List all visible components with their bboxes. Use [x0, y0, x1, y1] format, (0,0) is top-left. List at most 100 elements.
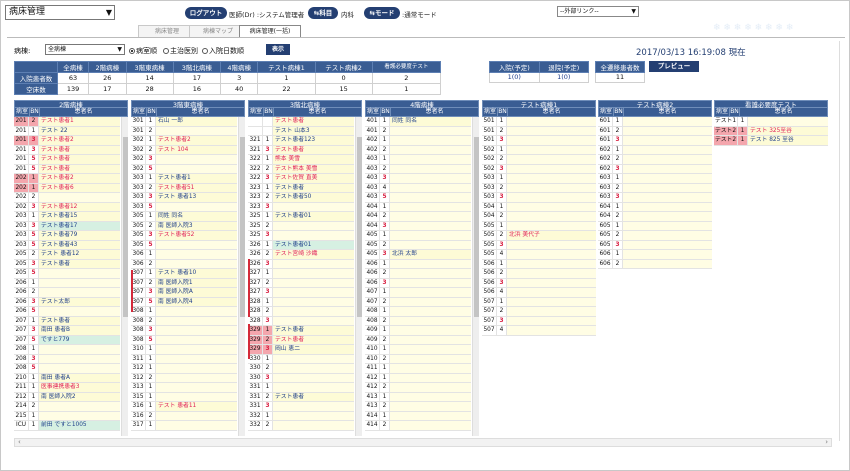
patient-name[interactable] — [390, 345, 471, 354]
patient-name[interactable]: 同姓 同名 — [390, 117, 471, 126]
bed-row[interactable]: 327 3 — [248, 288, 354, 298]
bed-row[interactable]: 201 2 テスト患者1 — [14, 117, 120, 127]
bed-row[interactable]: 603 3 — [598, 193, 712, 203]
bed-row[interactable]: 208 1 — [14, 345, 120, 355]
bed-row[interactable]: 205 2 テスト 患者12 — [14, 250, 120, 260]
bed-row[interactable]: 202 2 — [14, 193, 120, 203]
bed-row[interactable]: 207 5 ですと779 — [14, 335, 120, 345]
dept-button[interactable]: ⇆科目 — [308, 7, 338, 19]
bed-row[interactable]: 406 2 — [365, 269, 471, 279]
bed-row[interactable]: テスト2 1 テスト 325至谷 — [714, 126, 828, 136]
patient-name[interactable]: テスト患者52 — [156, 231, 237, 240]
bed-row[interactable]: 303 2 テスト患者51 — [131, 183, 237, 193]
logout-button[interactable]: ログアウト — [185, 7, 227, 19]
patient-name[interactable] — [273, 421, 354, 430]
bed-row[interactable]: 332 1 — [248, 411, 354, 421]
patient-name[interactable] — [156, 164, 237, 173]
bed-row[interactable]: 307 3 南 医師入院A — [131, 288, 237, 298]
patient-name[interactable] — [507, 212, 596, 221]
patient-name[interactable]: テスト 825 至谷 — [748, 136, 828, 145]
bed-row[interactable]: 313 1 — [131, 383, 237, 393]
scrollbar-thumb[interactable] — [357, 137, 362, 317]
bed-row[interactable]: 505 4 — [482, 250, 596, 260]
bed-row[interactable]: 507 1 — [482, 297, 596, 307]
patient-name[interactable] — [390, 126, 471, 135]
bed-row[interactable]: 604 2 — [598, 212, 712, 222]
patient-name[interactable]: テスト患者 — [273, 335, 354, 344]
bed-row[interactable]: 403 3 — [365, 174, 471, 184]
bed-row[interactable]: 503 1 — [482, 174, 596, 184]
patient-name[interactable] — [156, 126, 237, 135]
patient-name[interactable]: 南 医師入院2 — [39, 392, 120, 401]
bed-row[interactable]: 212 1 南 医師入院2 — [14, 392, 120, 402]
patient-name[interactable]: 前田 ですと1005 — [39, 421, 120, 430]
patient-name[interactable] — [39, 307, 120, 316]
bed-row[interactable]: 303 1 テスト患者1 — [131, 174, 237, 184]
bed-row[interactable]: 308 5 — [131, 335, 237, 345]
bed-row[interactable]: 321 3 テスト患者 — [248, 145, 354, 155]
patient-name[interactable] — [390, 269, 471, 278]
patient-name[interactable]: 北浜 太郎 — [390, 250, 471, 259]
patient-name[interactable]: テスト 22 — [39, 126, 120, 135]
patient-name[interactable]: テスト 山本3 — [273, 126, 354, 135]
patient-name[interactable] — [390, 411, 471, 420]
patient-name[interactable] — [273, 402, 354, 411]
patient-name[interactable] — [39, 364, 120, 373]
preview-button[interactable]: プレビュー — [649, 61, 699, 72]
patient-name[interactable]: テスト 325至谷 — [748, 126, 828, 135]
bed-row[interactable]: 502 3 — [482, 164, 596, 174]
patient-name[interactable]: テスト患者1 — [39, 117, 120, 126]
patient-name[interactable] — [273, 373, 354, 382]
patient-name[interactable] — [390, 364, 471, 373]
patient-name[interactable] — [390, 183, 471, 192]
bed-row[interactable]: 203 1 テスト患者15 — [14, 212, 120, 222]
bed-row[interactable]: 505 2 北浜 美代子 — [482, 231, 596, 241]
patient-name[interactable] — [390, 392, 471, 401]
patient-name[interactable]: テスト 患者11 — [156, 402, 237, 411]
bed-row[interactable]: 307 2 南 医師入院1 — [131, 278, 237, 288]
bed-row[interactable]: 205 5 — [14, 269, 120, 279]
bed-row[interactable]: 329 3 岡山 恵二 — [248, 345, 354, 355]
bed-row[interactable]: 506 3 — [482, 278, 596, 288]
radio-admission-days[interactable]: 入院日数順 — [202, 46, 244, 56]
bed-row[interactable]: 414 2 — [365, 421, 471, 431]
bed-row[interactable]: 317 1 — [131, 421, 237, 431]
patient-name[interactable] — [390, 288, 471, 297]
bed-row[interactable]: 503 3 — [482, 193, 596, 203]
patient-name[interactable] — [390, 373, 471, 382]
patient-name[interactable] — [507, 117, 596, 126]
patient-name[interactable] — [390, 164, 471, 173]
bed-row[interactable]: 505 3 — [482, 240, 596, 250]
mode-button[interactable]: ⇆モード — [364, 7, 400, 19]
patient-name[interactable] — [390, 402, 471, 411]
bed-row[interactable]: ICU 1 前田 ですと1005 — [14, 421, 120, 431]
bed-row[interactable]: 404 2 — [365, 212, 471, 222]
patient-name[interactable] — [390, 259, 471, 268]
patient-name[interactable]: テスト太郎 — [39, 297, 120, 306]
patient-name[interactable]: テスト熊本 美雪 — [273, 164, 354, 173]
bed-row[interactable]: 302 1 テスト患者2 — [131, 136, 237, 146]
vertical-scrollbar[interactable] — [355, 117, 362, 436]
patient-name[interactable] — [507, 136, 596, 145]
patient-name[interactable] — [623, 240, 712, 249]
bed-row[interactable]: 323 3 — [248, 202, 354, 212]
patient-name[interactable] — [507, 326, 596, 335]
bed-row[interactable]: テスト1 1 — [714, 117, 828, 127]
patient-name[interactable] — [390, 155, 471, 164]
patient-name[interactable]: テスト患者 — [273, 145, 354, 154]
bed-row[interactable]: 606 1 — [598, 250, 712, 260]
bed-row[interactable]: 411 1 — [365, 364, 471, 374]
patient-name[interactable] — [507, 288, 596, 297]
bed-row[interactable]: 331 1 — [248, 383, 354, 393]
vertical-scrollbar[interactable] — [238, 117, 245, 436]
bed-row[interactable]: 407 1 — [365, 288, 471, 298]
bed-row[interactable]: 326 3 — [248, 259, 354, 269]
patient-name[interactable] — [273, 259, 354, 268]
bed-row[interactable]: 316 2 — [131, 411, 237, 421]
bed-row[interactable]: 502 2 — [482, 155, 596, 165]
bed-row[interactable]: 206 1 — [14, 278, 120, 288]
patient-name[interactable] — [390, 231, 471, 240]
bed-row[interactable]: 326 1 テスト患者01 — [248, 240, 354, 250]
bed-row[interactable]: 606 2 — [598, 259, 712, 269]
bed-row[interactable]: 305 1 同姓 同名 — [131, 212, 237, 222]
